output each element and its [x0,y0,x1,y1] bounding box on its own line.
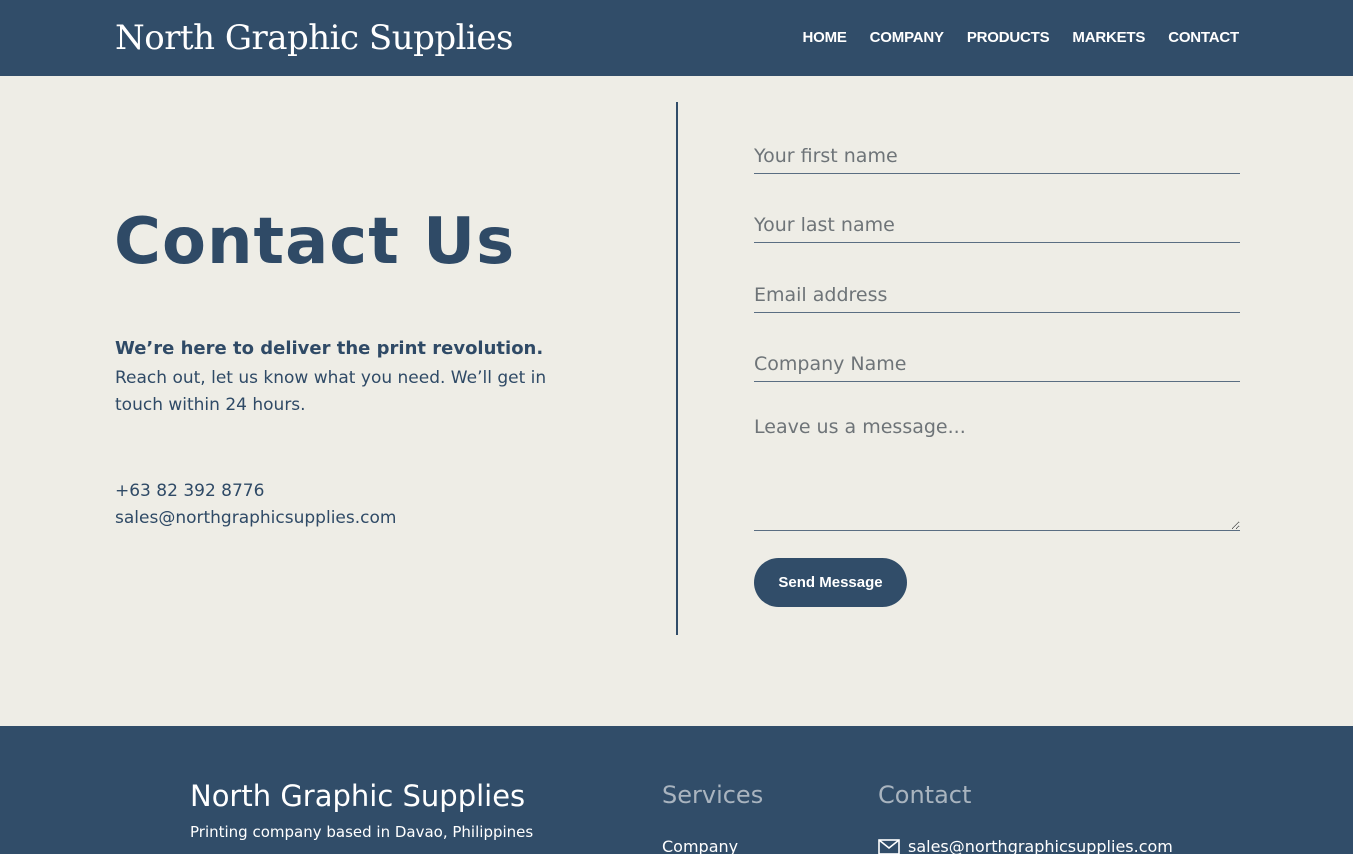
site-logo-text[interactable]: North Graphic Supplies [115,16,513,60]
send-message-button[interactable]: Send Message [754,558,907,607]
phone-number[interactable]: +63 82 392 8776 [115,480,264,502]
nav-products[interactable]: PRODUCTS [967,28,1050,48]
company-input[interactable] [754,346,1240,382]
footer-email[interactable]: sales@northgraphicsupplies.com [908,836,1173,854]
site-header: North Graphic Supplies HOME COMPANY PROD… [0,0,1353,76]
footer-link-company[interactable]: Company [662,836,738,854]
first-name-input[interactable] [754,138,1240,174]
nav-markets[interactable]: MARKETS [1072,28,1145,48]
site-footer: North Graphic Supplies Printing company … [0,726,1353,854]
last-name-input[interactable] [754,207,1240,243]
footer-brand: North Graphic Supplies [190,779,526,813]
nav-home[interactable]: HOME [802,28,846,48]
column-divider [676,102,678,635]
nav-company[interactable]: COMPANY [870,28,944,48]
footer-subtitle: Printing company based in Davao, Philipp… [190,823,534,841]
footer-services-heading: Services [662,781,764,809]
envelope-icon [878,839,900,854]
main-nav: HOME COMPANY PRODUCTS MARKETS CONTACT [802,28,1239,48]
page-title: Contact Us [114,205,516,279]
footer-contact-heading: Contact [878,781,972,809]
email-address[interactable]: sales@northgraphicsupplies.com [115,507,396,529]
email-input[interactable] [754,277,1240,313]
nav-contact[interactable]: CONTACT [1168,28,1239,48]
tagline: We’re here to deliver the print revoluti… [115,338,544,359]
intro-text: Reach out, let us know what you need. We… [115,368,547,415]
message-textarea[interactable] [754,416,1240,531]
